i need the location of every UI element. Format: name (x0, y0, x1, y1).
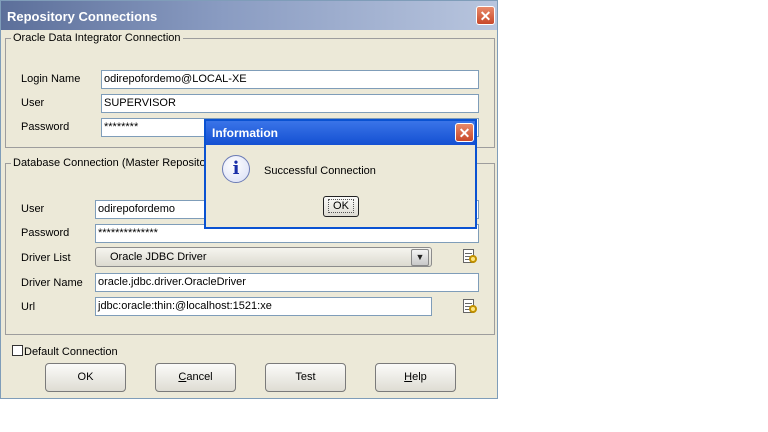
odi-password-label: Password (21, 121, 70, 133)
help-label-rest: elp (412, 371, 427, 383)
cancel-button[interactable]: Cancel (155, 363, 236, 392)
driver-list-value: Oracle JDBC Driver (110, 251, 207, 263)
odi-user-field[interactable]: SUPERVISOR (101, 94, 479, 113)
odi-user-label: User (21, 97, 45, 109)
driver-list-label: Driver List (21, 252, 71, 264)
close-icon[interactable]: ✕ (476, 6, 495, 25)
help-mnemonic: H (404, 371, 413, 383)
dialog-title: Information (212, 126, 278, 140)
default-connection-checkbox[interactable] (12, 345, 23, 356)
information-dialog: Information ✕ i Successful Connection OK (204, 119, 477, 229)
dialog-ok-label: OK (328, 199, 354, 213)
document-lines-icon (465, 253, 472, 254)
url-label: Url (21, 301, 36, 313)
driver-list-select[interactable]: Oracle JDBC Driver ▼ (95, 247, 432, 267)
db-user-label: User (21, 203, 45, 215)
url-field[interactable]: jdbc:oracle:thin:@localhost:1521:xe (95, 297, 432, 316)
login-name-field[interactable]: odirepofordemo@LOCAL-XE (101, 70, 479, 89)
driver-name-label: Driver Name (21, 277, 83, 289)
db-connection-legend: Database Connection (Master Repositor (13, 157, 210, 169)
document-lines-icon (465, 303, 472, 304)
ok-button[interactable]: OK (45, 363, 126, 392)
odi-connection-legend: Oracle Data Integrator Connection (13, 32, 181, 44)
db-password-label: Password (21, 227, 70, 239)
dialog-message: Successful Connection (264, 165, 376, 177)
window-title: Repository Connections (7, 9, 158, 24)
url-browse-icon[interactable] (461, 298, 479, 316)
window-titlebar[interactable]: Repository Connections ✕ (1, 1, 497, 30)
dialog-titlebar[interactable]: Information ✕ (206, 121, 475, 145)
dialog-close-icon[interactable]: ✕ (455, 123, 474, 142)
help-button[interactable]: Help (375, 363, 456, 392)
magnifier-icon (469, 305, 477, 313)
test-button[interactable]: Test (265, 363, 346, 392)
driver-list-browse-icon[interactable] (461, 248, 479, 266)
chevron-down-icon[interactable]: ▼ (411, 249, 429, 266)
dialog-ok-button[interactable]: OK (323, 196, 359, 217)
magnifier-icon (469, 255, 477, 263)
info-icon: i (222, 155, 250, 183)
driver-name-field[interactable]: oracle.jdbc.driver.OracleDriver (95, 273, 479, 292)
login-name-label: Login Name (21, 73, 81, 85)
default-connection-label: Default Connection (24, 346, 118, 358)
cancel-label-rest: ancel (186, 371, 213, 383)
